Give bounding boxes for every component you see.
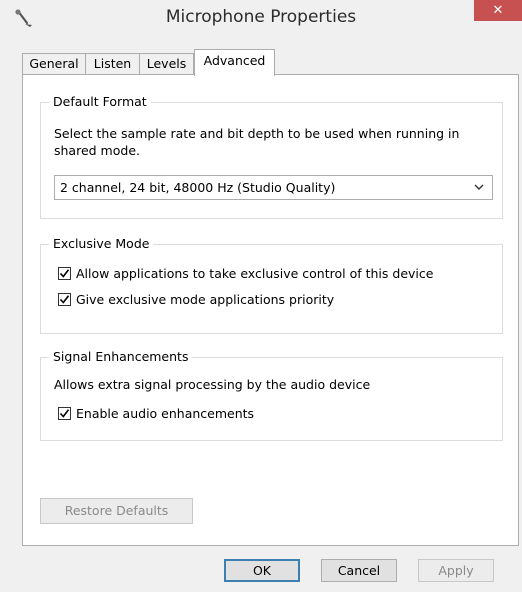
checkmark-icon[interactable] [58, 267, 71, 280]
close-icon: ✕ [492, 3, 504, 18]
group-label-signal-enhancements: Signal Enhancements [49, 349, 193, 364]
ok-button[interactable]: OK [224, 559, 300, 582]
default-format-group: Default Format Select the sample rate an… [40, 94, 503, 219]
signal-enhancements-group: Signal Enhancements Allows extra signal … [40, 349, 503, 441]
window-title: Microphone Properties [165, 7, 357, 27]
tab-advanced[interactable]: Advanced [194, 49, 275, 76]
exclusive-mode-group: Exclusive Mode Allow applications to tak… [40, 236, 503, 334]
enable-enhancements-checkbox[interactable]: Enable audio enhancements [58, 406, 254, 421]
allow-exclusive-checkbox[interactable]: Allow applications to take exclusive con… [58, 266, 433, 281]
tab-levels[interactable]: Levels [139, 53, 194, 75]
cancel-button[interactable]: Cancel [321, 559, 397, 582]
chevron-down-icon [474, 176, 484, 207]
signal-enhancements-description: Allows extra signal processing by the au… [54, 377, 371, 392]
group-label-default-format: Default Format [49, 94, 151, 109]
tab-general[interactable]: General [22, 53, 86, 75]
group-label-exclusive-mode: Exclusive Mode [49, 236, 154, 251]
close-button[interactable]: ✕ [474, 0, 522, 21]
checkmark-icon[interactable] [58, 407, 71, 420]
sample-format-value: 2 channel, 24 bit, 48000 Hz (Studio Qual… [60, 180, 336, 195]
tab-listen[interactable]: Listen [85, 53, 140, 75]
default-format-description: Select the sample rate and bit depth to … [54, 126, 460, 158]
restore-defaults-button[interactable]: Restore Defaults [40, 498, 193, 524]
enable-enhancements-label: Enable audio enhancements [76, 406, 255, 421]
apply-button[interactable]: Apply [418, 559, 494, 582]
title-bar: Microphone Properties ✕ [0, 0, 522, 38]
exclusive-priority-label: Give exclusive mode applications priorit… [76, 292, 335, 307]
tab-panel-advanced: Default Format Select the sample rate an… [22, 74, 519, 546]
sample-format-select[interactable]: 2 channel, 24 bit, 48000 Hz (Studio Qual… [54, 175, 493, 200]
exclusive-priority-checkbox[interactable]: Give exclusive mode applications priorit… [58, 292, 334, 307]
checkmark-icon[interactable] [58, 293, 71, 306]
allow-exclusive-label: Allow applications to take exclusive con… [76, 266, 434, 281]
